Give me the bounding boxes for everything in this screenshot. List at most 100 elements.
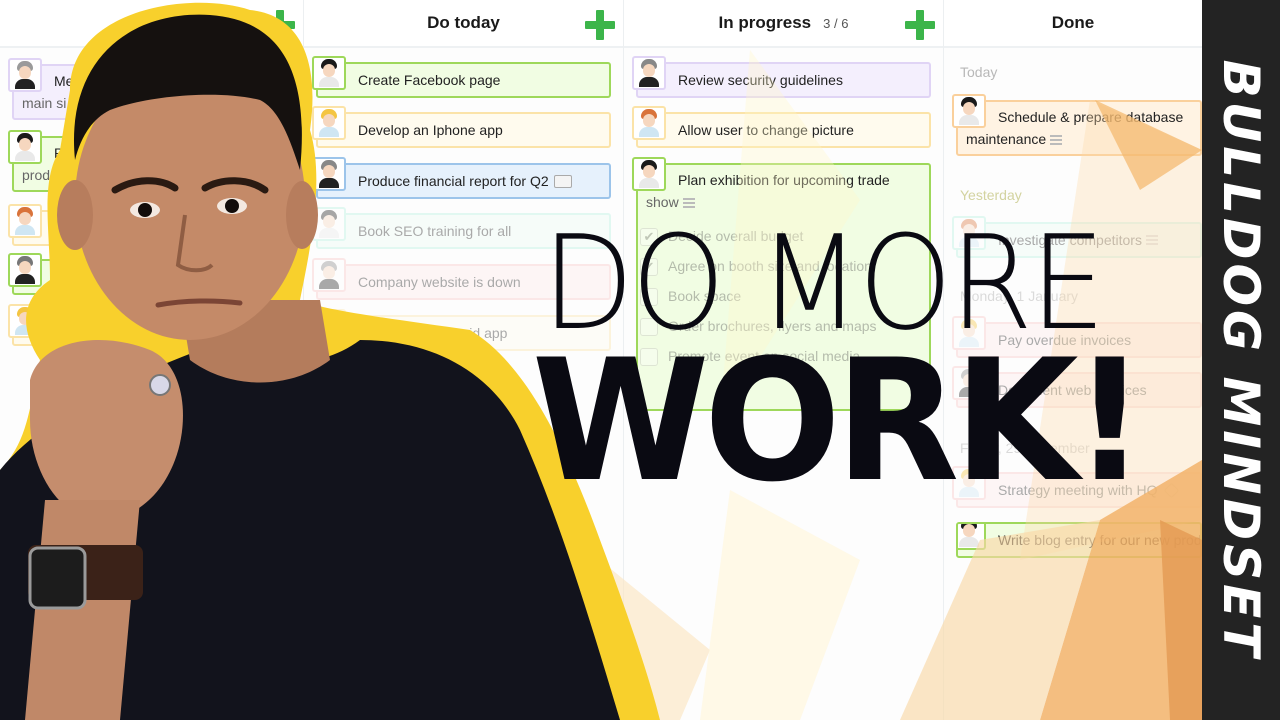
checklist: ✔ Decide overall budget ✔ Agree on booth s… [640, 228, 927, 378]
card[interactable]: Pre prod [8, 130, 291, 192]
card-title: Pre [54, 145, 76, 161]
checklist-icon [1145, 235, 1158, 245]
avatar-woman-dark-icon [8, 130, 42, 164]
card[interactable]: C [8, 204, 291, 246]
card-title: Develop an Android app [358, 325, 508, 341]
card-title: Develop an Iphone app [358, 122, 503, 138]
card-title: Load da [54, 320, 105, 336]
card[interactable]: Schedule & prepare database maintenance [952, 94, 1202, 156]
card[interactable]: Review security guidelines [632, 56, 931, 98]
card-title: Create Facebook page [358, 72, 501, 88]
column-do-today: Do today Create Facebook page Develop an… [304, 0, 624, 720]
avatar-woman-dark-icon [632, 157, 666, 191]
card[interactable]: Investigate competitors [952, 216, 1202, 258]
avatar-man-gray-icon [312, 258, 346, 292]
column-header: In progress 3 / 6 [624, 0, 943, 48]
kanban-board: Me main si Pre prod C Create Load da Do … [0, 0, 1202, 720]
card-subtitle: main si [22, 95, 67, 111]
checklist-item[interactable]: ✔ Decide overall budget [640, 228, 927, 246]
card-title: Book SEO training for all [358, 223, 512, 239]
card-subtitle: show [646, 194, 695, 210]
card-title: Pay overdue invoices [998, 332, 1132, 348]
avatar-woman-blonde-icon [8, 304, 42, 338]
card-title: C [54, 220, 65, 236]
avatar-woman-dark-icon [952, 94, 986, 128]
card-title: Produce financial report for Q2 [358, 173, 549, 189]
checkbox-checked[interactable]: ✔ [640, 228, 658, 246]
card-title: Company website is down [358, 274, 521, 290]
avatar-man-red-icon [952, 216, 986, 250]
card-title: Investigate competitors [998, 232, 1142, 248]
column-title: Done [1051, 13, 1095, 32]
add-card-plus-icon[interactable] [265, 10, 295, 40]
card[interactable]: Company website is down [312, 258, 611, 300]
avatar-man-gray-icon [632, 56, 666, 90]
avatar-woman-dark-icon [312, 56, 346, 90]
card[interactable]: Pay overdue invoices [952, 316, 1202, 358]
card-title: Plan exhibition for upcoming trade [678, 172, 890, 188]
column-header [0, 0, 303, 48]
card-title: Review security guidelines [678, 72, 843, 88]
card[interactable]: Develop an Android app [312, 309, 611, 351]
column-done: Done Today Schedule & prepare database m… [944, 0, 1202, 720]
card[interactable]: Book SEO training for all [312, 207, 611, 249]
checkbox[interactable] [640, 348, 658, 366]
card[interactable]: Load da [8, 304, 291, 346]
checklist-item[interactable]: Order brochures, flyers and maps [640, 318, 927, 336]
avatar-man-red-icon [632, 106, 666, 140]
card[interactable]: Develop an Iphone app [312, 106, 611, 148]
brand-sidebar: BULLDOG MINDSET [1202, 0, 1280, 720]
avatar-woman-blonde-icon [312, 106, 346, 140]
avatar-man-gray-icon [952, 366, 986, 400]
card-subtitle: maintenance [966, 131, 1063, 147]
card-subtitle: prod [22, 167, 51, 183]
card-title: Strategy meeting with HQ [998, 482, 1158, 498]
card-title: Allow user to change picture [678, 122, 854, 138]
column-in-progress: In progress 3 / 6 Review security guidel… [624, 0, 944, 720]
column-header: Do today [304, 0, 623, 48]
section-label-yesterday: Yesterday [960, 187, 1022, 203]
card[interactable]: Create [8, 253, 291, 295]
card[interactable]: Write blog entry for our new product [956, 522, 1202, 558]
section-label-date: Friday, 29 December [960, 440, 1090, 456]
avatar-man-red-icon [312, 309, 346, 343]
avatar-man-red-icon [8, 204, 42, 238]
tag-icon [1163, 482, 1179, 498]
column-header: Done [944, 0, 1202, 48]
wip-count: 3 / 6 [823, 15, 849, 31]
card[interactable]: Allow user to change picture [632, 106, 931, 148]
checklist-icon [682, 198, 695, 209]
section-label-date: Monday, 1 January [960, 288, 1079, 304]
card[interactable]: Strategy meeting with HQ [952, 466, 1202, 508]
note-icon [553, 174, 572, 188]
avatar-man-gray-icon [312, 157, 346, 191]
add-card-plus-icon[interactable] [585, 10, 615, 40]
card[interactable]: Me main si [8, 58, 291, 120]
section-label-today: Today [960, 64, 998, 80]
card[interactable]: Produce financial report for Q2 [312, 157, 611, 199]
card[interactable]: Create Facebook page [312, 56, 611, 98]
checklist-icon [1050, 135, 1063, 146]
avatar-woman-dark-icon [958, 524, 986, 550]
column-title: In progress [718, 13, 812, 32]
column-backlog: Me main si Pre prod C Create Load da [0, 0, 304, 720]
column-title: Do today [427, 13, 500, 32]
card-title: Me [54, 73, 74, 89]
avatar-man-gray-icon [8, 253, 42, 287]
checklist-item[interactable]: ✔ Agree on booth size and location [640, 258, 927, 276]
avatar-man-gray-icon [8, 58, 42, 92]
checklist-item[interactable]: Book space [640, 288, 927, 306]
card-title: Schedule & prepare database [998, 109, 1184, 125]
card[interactable]: Document web services [952, 366, 1202, 408]
add-card-plus-icon[interactable] [905, 10, 935, 40]
avatar-woman-dark-icon [312, 207, 346, 241]
brand-logo-text: BULLDOG MINDSET [1212, 59, 1270, 661]
checkbox[interactable] [640, 288, 658, 306]
checkbox-checked[interactable]: ✔ [640, 258, 658, 276]
avatar-woman-blonde-icon [952, 316, 986, 350]
card-title: Document web services [998, 382, 1147, 398]
card-title: Write blog entry for our new product [998, 532, 1202, 548]
card-title: Create [54, 269, 97, 285]
checkbox[interactable] [640, 318, 658, 336]
checklist-item[interactable]: Promote event on social media [640, 348, 927, 366]
